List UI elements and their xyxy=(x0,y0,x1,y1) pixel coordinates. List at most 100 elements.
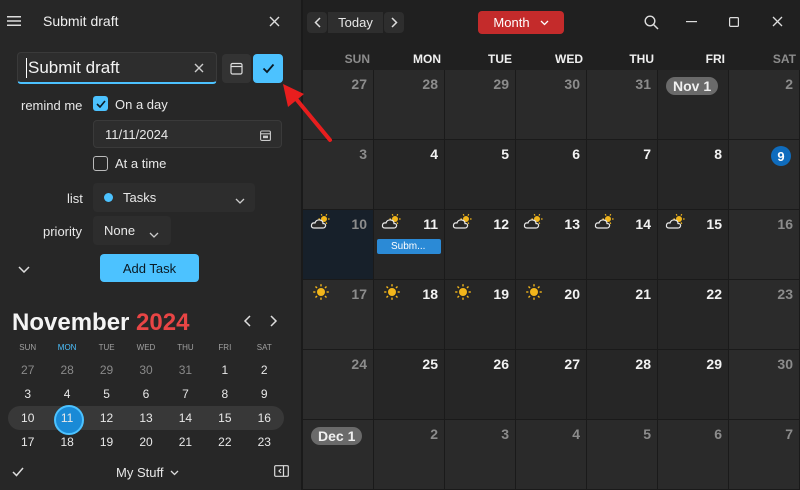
close-icon[interactable] xyxy=(769,13,785,29)
day-cell[interactable]: 31 xyxy=(587,70,658,140)
mini-day[interactable]: 21 xyxy=(166,430,205,454)
mini-day[interactable]: 23 xyxy=(245,430,284,454)
mini-day[interactable]: 22 xyxy=(205,430,244,454)
day-cell[interactable]: 14 xyxy=(587,210,658,280)
mini-day[interactable]: 14 xyxy=(166,406,205,430)
day-cell[interactable]: 28 xyxy=(587,350,658,420)
mini-day[interactable]: 29 xyxy=(87,358,126,382)
day-cell[interactable]: 19 xyxy=(445,280,516,350)
mini-day[interactable]: 3 xyxy=(8,382,47,406)
day-cell[interactable]: 3 xyxy=(445,420,516,490)
collapse-panel-icon[interactable] xyxy=(272,463,290,479)
day-cell[interactable]: 29 xyxy=(445,70,516,140)
mini-day[interactable]: 7 xyxy=(166,382,205,406)
day-cell[interactable]: 12 xyxy=(445,210,516,280)
clear-icon[interactable] xyxy=(192,61,206,75)
mini-day[interactable]: 19 xyxy=(87,430,126,454)
date-field[interactable]: 11/11/2024 xyxy=(93,120,282,148)
day-cell[interactable]: 4 xyxy=(374,140,445,210)
task-title-input[interactable]: Submit draft xyxy=(17,52,217,84)
hamburger-menu-icon[interactable] xyxy=(6,12,22,30)
mini-day[interactable]: 4 xyxy=(47,382,86,406)
day-cell[interactable]: 22 xyxy=(658,280,729,350)
day-cell[interactable]: 17 xyxy=(303,280,374,350)
mini-day[interactable]: 5 xyxy=(87,382,126,406)
day-cell[interactable]: 26 xyxy=(445,350,516,420)
day-cell[interactable]: 24 xyxy=(303,350,374,420)
mini-weekday: MON xyxy=(57,343,77,352)
day-cell[interactable]: 27 xyxy=(516,350,587,420)
day-cell[interactable]: 8 xyxy=(658,140,729,210)
day-cell[interactable]: 18 xyxy=(374,280,445,350)
mini-day[interactable]: 20 xyxy=(126,430,165,454)
day-cell[interactable]: 3 xyxy=(303,140,374,210)
mini-day[interactable]: 30 xyxy=(126,358,165,382)
day-cell[interactable]: 30 xyxy=(729,350,800,420)
mini-day[interactable]: 10 xyxy=(8,406,47,430)
mini-day[interactable]: 12 xyxy=(87,406,126,430)
day-cell[interactable]: 5 xyxy=(587,420,658,490)
mini-day[interactable]: 28 xyxy=(47,358,86,382)
mini-day[interactable]: 11 xyxy=(47,405,86,435)
day-cell[interactable]: 23 xyxy=(729,280,800,350)
view-selector[interactable]: Month xyxy=(478,11,564,34)
mini-day[interactable]: 6 xyxy=(126,382,165,406)
day-cell[interactable]: 2 xyxy=(729,70,800,140)
day-cell[interactable]: 6 xyxy=(658,420,729,490)
mini-weekday: SUN xyxy=(19,343,37,352)
chevron-right-icon[interactable] xyxy=(267,313,281,329)
search-icon[interactable] xyxy=(642,13,660,31)
day-cell[interactable]: 28 xyxy=(374,70,445,140)
mini-day[interactable]: 1 xyxy=(205,358,244,382)
calendar-picker-button[interactable] xyxy=(222,54,251,83)
day-cell[interactable]: 30 xyxy=(516,70,587,140)
next-month-button[interactable] xyxy=(384,12,404,33)
chevron-down-icon xyxy=(540,20,549,25)
list-select[interactable]: Tasks xyxy=(93,183,255,212)
day-cell[interactable]: 25 xyxy=(374,350,445,420)
mini-day[interactable]: 17 xyxy=(8,430,47,454)
mini-day[interactable]: 2 xyxy=(245,358,284,382)
day-cell[interactable]: 7 xyxy=(729,420,800,490)
day-cell[interactable]: 29 xyxy=(658,350,729,420)
confirm-button[interactable] xyxy=(253,54,283,83)
account-selector[interactable]: My Stuff xyxy=(116,465,179,480)
day-cell[interactable]: 9 xyxy=(729,140,800,210)
day-cell[interactable]: 20 xyxy=(516,280,587,350)
mini-weekday: FRI xyxy=(218,343,232,352)
mini-day[interactable]: 27 xyxy=(8,358,47,382)
mini-day[interactable]: 15 xyxy=(205,406,244,430)
chevron-left-icon[interactable] xyxy=(240,313,254,329)
minimize-icon[interactable] xyxy=(683,14,699,30)
day-cell[interactable]: Dec 1 xyxy=(303,420,374,490)
priority-select[interactable]: None xyxy=(93,216,171,245)
day-cell[interactable]: 7 xyxy=(587,140,658,210)
checkmark-icon[interactable] xyxy=(10,464,26,480)
expand-chevron-icon[interactable] xyxy=(16,262,32,276)
today-button[interactable]: Today xyxy=(328,12,383,33)
mini-day[interactable]: 13 xyxy=(126,406,165,430)
close-icon[interactable] xyxy=(265,12,283,30)
day-cell[interactable]: 11 Subm... xyxy=(374,210,445,280)
day-cell[interactable]: 10 xyxy=(303,210,374,280)
at-a-time-checkbox[interactable] xyxy=(93,156,108,171)
day-cell[interactable]: 2 xyxy=(374,420,445,490)
previous-month-button[interactable] xyxy=(307,12,327,33)
mini-day[interactable]: 31 xyxy=(166,358,205,382)
day-cell[interactable]: 6 xyxy=(516,140,587,210)
mini-day[interactable]: 8 xyxy=(205,382,244,406)
day-cell[interactable]: 16 xyxy=(729,210,800,280)
day-cell[interactable]: 5 xyxy=(445,140,516,210)
day-cell[interactable]: 13 xyxy=(516,210,587,280)
add-task-button[interactable]: Add Task xyxy=(100,254,199,282)
day-cell[interactable]: 21 xyxy=(587,280,658,350)
mini-day[interactable]: 16 xyxy=(245,406,284,430)
mini-day[interactable]: 9 xyxy=(245,382,284,406)
mini-day[interactable]: 18 xyxy=(47,430,86,454)
day-cell[interactable]: 15 xyxy=(658,210,729,280)
maximize-icon[interactable] xyxy=(726,14,742,30)
calendar-event[interactable]: Subm... xyxy=(377,239,441,254)
on-a-day-checkbox[interactable] xyxy=(93,96,108,111)
day-cell[interactable]: Nov 1 xyxy=(658,70,729,140)
day-cell[interactable]: 4 xyxy=(516,420,587,490)
